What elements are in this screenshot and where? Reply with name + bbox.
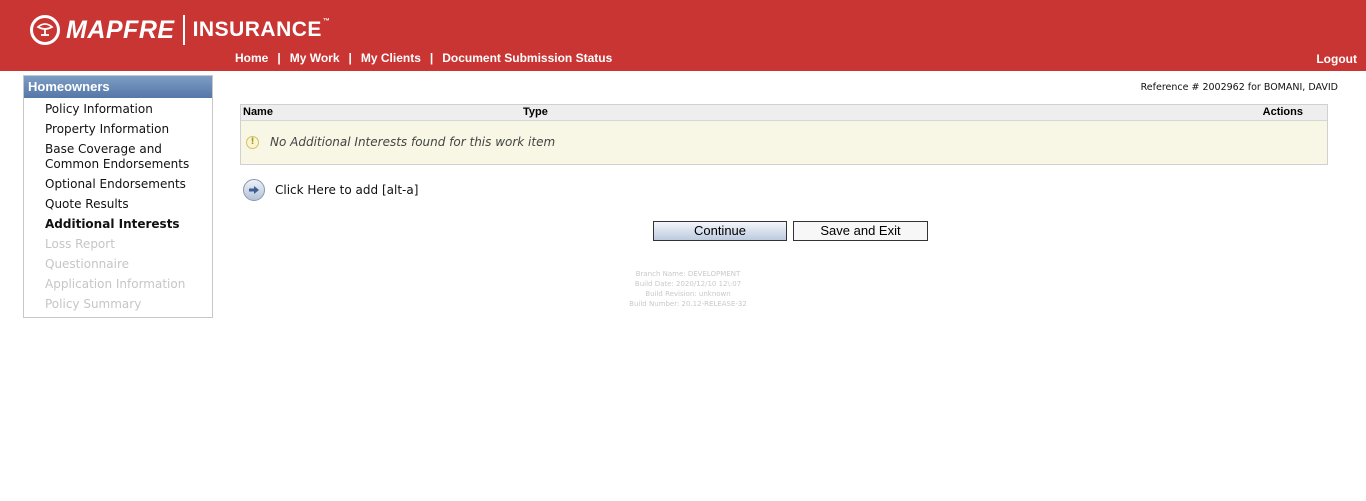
product-name: INSURANCE: [192, 18, 322, 41]
empty-message-text: No Additional Interests found for this w…: [270, 135, 556, 149]
sidebar: Homeowners Policy Information Property I…: [23, 75, 213, 318]
save-and-exit-button[interactable]: Save and Exit: [793, 221, 928, 241]
build-revision: Build Revision: unknown: [645, 290, 731, 298]
sidebar-item-optional-endorsements[interactable]: Optional Endorsements: [24, 177, 212, 192]
nav-separator: |: [429, 51, 434, 65]
exclamation-icon: !: [246, 135, 259, 149]
sidebar-item-application-information: Application Information: [45, 277, 186, 291]
add-interest-label: Click Here to add [alt-a]: [275, 183, 419, 197]
sidebar-item-loss-report: Loss Report: [45, 237, 115, 251]
add-interest-link[interactable]: Click Here to add [alt-a]: [243, 179, 418, 201]
table-header: Name Type Actions: [241, 105, 1327, 121]
nav-my-clients[interactable]: My Clients: [361, 51, 421, 65]
arrow-right-icon: [243, 179, 265, 201]
sidebar-item-base-coverage[interactable]: Base Coverage and Common Endorsements: [24, 142, 195, 172]
mapfre-logo-icon: [30, 15, 60, 45]
build-number: Build Number: 20.12-RELEASE-32: [629, 300, 747, 308]
nav-home[interactable]: Home: [235, 51, 268, 65]
sidebar-item-property-information[interactable]: Property Information: [24, 122, 212, 137]
build-info: Branch Name: DEVELOPMENT Build Date: 202…: [578, 269, 798, 309]
sidebar-item-policy-summary: Policy Summary: [45, 297, 142, 311]
nav-document-submission-status[interactable]: Document Submission Status: [442, 51, 612, 65]
build-branch-name: Branch Name: DEVELOPMENT: [635, 270, 741, 278]
continue-button[interactable]: Continue: [653, 221, 787, 241]
sidebar-title: Homeowners: [24, 76, 212, 98]
app-header: MAPFRE INSURANCE ™ Home | My Work | My C…: [0, 0, 1366, 71]
logout-link[interactable]: Logout: [1316, 52, 1357, 66]
sidebar-item-additional-interests[interactable]: Additional Interests: [24, 217, 212, 232]
nav-separator: |: [348, 51, 352, 65]
build-date: Build Date: 2020/12/10 12\:07: [634, 280, 742, 288]
empty-table-message: ! No Additional Interests found for this…: [246, 135, 555, 149]
column-header-actions: Actions: [1262, 106, 1303, 118]
sidebar-item-quote-results[interactable]: Quote Results: [24, 197, 212, 212]
trademark-mark: ™: [322, 17, 330, 25]
top-navigation: Home | My Work | My Clients | Document S…: [235, 51, 612, 65]
column-header-name: Name: [243, 106, 273, 118]
sidebar-list: Policy Information Property Information …: [24, 98, 212, 312]
logo-divider: [182, 15, 185, 45]
column-header-type: Type: [523, 106, 548, 118]
reference-info: Reference # 2002962 for BOMANI, DAVID: [1140, 82, 1338, 93]
sidebar-item-questionnaire: Questionnaire: [45, 257, 130, 271]
additional-interests-table: Name Type Actions ! No Additional Intere…: [240, 104, 1328, 165]
brand-name: MAPFRE: [66, 15, 175, 44]
mapfre-logo[interactable]: MAPFRE INSURANCE ™: [30, 13, 330, 47]
nav-separator: |: [277, 51, 281, 65]
sidebar-item-policy-information[interactable]: Policy Information: [24, 102, 212, 117]
nav-my-work[interactable]: My Work: [290, 51, 340, 65]
